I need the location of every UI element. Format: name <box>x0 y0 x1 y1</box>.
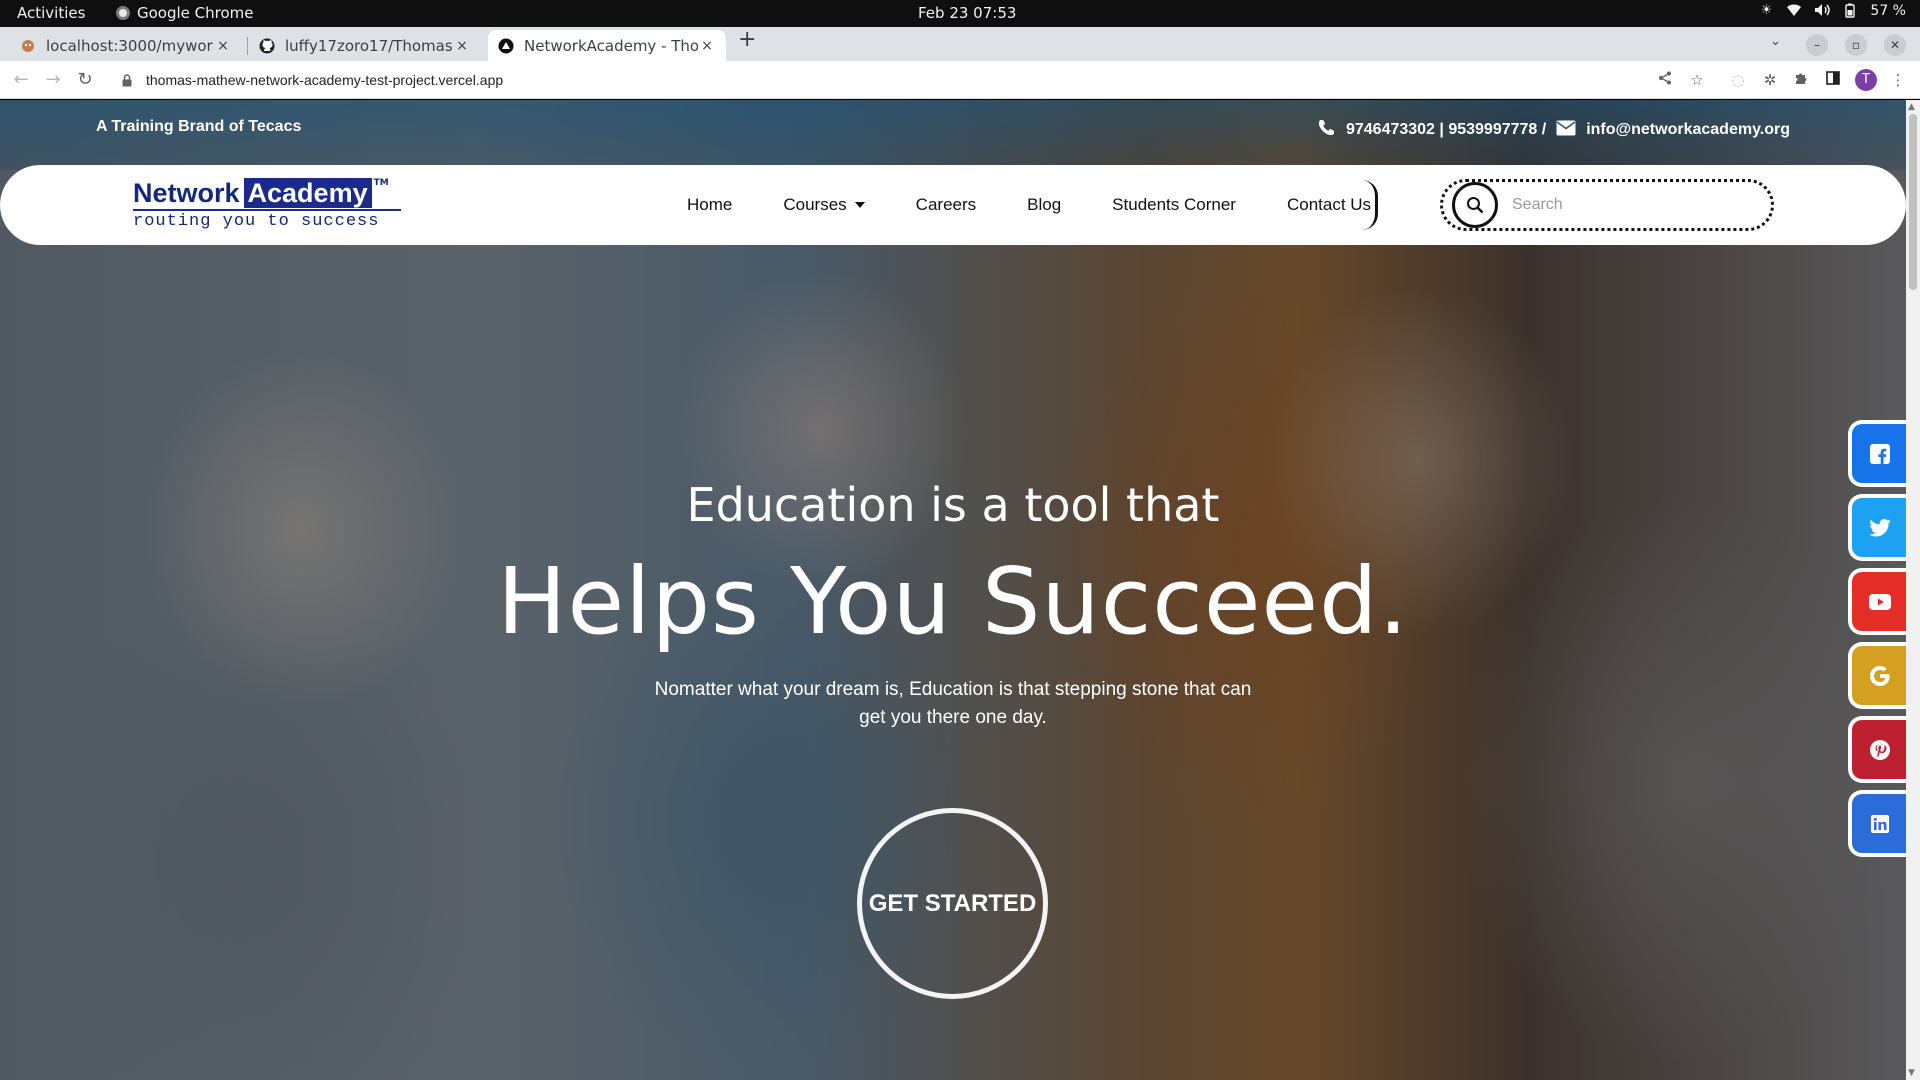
logo-word-academy: Academy <box>243 178 372 208</box>
nav-label: Home <box>687 195 733 214</box>
email-link[interactable]: info@networkacademy.org <box>1586 121 1790 139</box>
site-logo[interactable]: Network Academy TM routing you to succes… <box>133 178 418 236</box>
page-scrollbar[interactable]: ▲ ▼ <box>1906 100 1920 1080</box>
nav-label: Careers <box>915 195 977 214</box>
nav-blog[interactable]: Blog <box>1027 195 1061 215</box>
extension-loader-icon[interactable]: ◌ <box>1728 70 1748 90</box>
tab-close-button[interactable]: × <box>214 38 232 54</box>
app-menu[interactable]: Google Chrome <box>116 4 254 22</box>
scroll-down-arrow-icon[interactable]: ▼ <box>1908 1068 1915 1078</box>
tab-search-chevron-icon[interactable]: ⌄ <box>1770 34 1781 49</box>
twitter-button[interactable] <box>1848 494 1906 561</box>
search-input[interactable] <box>1512 191 1742 219</box>
twitter-icon <box>1869 518 1891 536</box>
nav-label: Blog <box>1027 195 1062 214</box>
forward-button[interactable]: → <box>40 67 66 93</box>
logo-trademark: TM <box>373 178 389 188</box>
bookmark-star-icon[interactable]: ☆ <box>1687 70 1707 90</box>
nav-courses[interactable]: Courses <box>783 195 865 215</box>
url-text: thomas-mathew-network-academy-test-proje… <box>146 72 504 88</box>
os-top-bar: Activities Google Chrome Feb 23 07:53 ☀ … <box>0 0 1920 27</box>
pinterest-icon <box>1870 739 1890 760</box>
google-button[interactable] <box>1848 642 1906 709</box>
tab-title: localhost:3000/myworks <box>46 36 214 55</box>
phone-icon <box>1317 118 1336 142</box>
caret-down-icon <box>854 202 865 208</box>
main-navbar: Network Academy TM routing you to succes… <box>0 165 1906 245</box>
tab-networkacademy[interactable]: NetworkAcademy - Thom × <box>488 30 726 61</box>
get-started-button[interactable]: GET STARTED <box>857 808 1048 999</box>
vercel-favicon-icon <box>498 38 514 54</box>
share-icon[interactable] <box>1655 70 1675 90</box>
youtube-button[interactable] <box>1848 568 1906 635</box>
localhost-favicon-icon <box>20 38 36 54</box>
activities-button[interactable]: Activities <box>17 4 85 22</box>
hero-paragraph: Nomatter what your dream is, Education i… <box>654 679 1252 728</box>
nav-students-corner[interactable]: Students Corner <box>1112 195 1236 215</box>
logo-word-network: Network <box>133 178 240 208</box>
hero-heading: Helps You Succeed. <box>497 548 1409 655</box>
tab-localhost[interactable]: localhost:3000/myworks × <box>10 30 242 61</box>
nav-label: Contact Us <box>1286 195 1372 214</box>
google-icon <box>1870 665 1890 686</box>
close-window-button[interactable]: ✕ <box>1884 34 1906 56</box>
nav-label: Courses <box>783 195 847 214</box>
nav-divider <box>1362 180 1378 230</box>
scroll-up-arrow-icon[interactable]: ▲ <box>1908 102 1915 112</box>
new-tab-button[interactable]: + <box>738 27 756 52</box>
nav-home[interactable]: Home <box>687 195 732 215</box>
app-name: Google Chrome <box>137 4 254 22</box>
clock[interactable]: Feb 23 07:53 <box>918 4 1016 22</box>
battery-icon <box>1842 3 1858 19</box>
contact-info: 9746473302 | 9539997778 / info@networkac… <box>1317 118 1790 142</box>
minimize-button[interactable]: – <box>1806 34 1828 56</box>
logo-tagline: routing you to success <box>133 209 401 231</box>
nav-contact-us[interactable]: Contact Us <box>1287 195 1371 215</box>
lock-icon[interactable] <box>120 73 134 87</box>
search-icon <box>1467 197 1484 214</box>
side-panel-icon[interactable] <box>1823 70 1843 90</box>
linkedin-button[interactable] <box>1848 790 1906 857</box>
linkedin-icon <box>1871 814 1889 833</box>
nav-careers[interactable]: Careers <box>916 195 976 215</box>
system-tray[interactable]: ☀ 57 % <box>1758 3 1906 19</box>
brand-line: A Training Brand of Tecacs <box>96 118 302 135</box>
mail-icon <box>1556 120 1576 141</box>
hero-subheading: Education is a tool that <box>686 478 1220 532</box>
search-button[interactable] <box>1452 182 1498 228</box>
wifi-icon <box>1786 3 1802 19</box>
extensions-puzzle-icon[interactable] <box>1791 70 1811 90</box>
brightness-icon: ☀ <box>1760 3 1773 18</box>
youtube-icon <box>1869 593 1891 610</box>
reload-button[interactable]: ↻ <box>72 67 98 93</box>
tab-github[interactable]: luffy17zoro17/Thomas-M × <box>249 30 481 61</box>
github-icon <box>259 38 275 54</box>
tab-title: NetworkAcademy - Thom <box>524 36 698 55</box>
tab-close-button[interactable]: × <box>453 38 471 54</box>
back-button[interactable]: ← <box>8 67 34 93</box>
chrome-menu-icon[interactable]: ⋮ <box>1888 70 1908 90</box>
tab-separator <box>247 37 248 55</box>
facebook-button[interactable] <box>1848 420 1906 487</box>
extension-bug-icon[interactable]: ✲ <box>1760 70 1780 90</box>
browser-toolbar: ← → ↻ thomas-mathew-network-academy-test… <box>0 61 1920 99</box>
profile-avatar[interactable]: T <box>1855 69 1877 91</box>
nav-menu: Home Courses Careers Blog Students Corne… <box>687 165 1371 245</box>
scrollbar-thumb[interactable] <box>1909 114 1917 290</box>
volume-icon <box>1814 3 1831 19</box>
chrome-icon <box>116 6 130 20</box>
phone-numbers[interactable]: 9746473302 | 9539997778 / <box>1346 121 1546 139</box>
tab-close-button[interactable]: × <box>698 38 716 54</box>
maximize-button[interactable]: ▫ <box>1845 34 1867 56</box>
facebook-icon <box>1870 443 1890 464</box>
webpage-viewport: A Training Brand of Tecacs 9746473302 | … <box>0 100 1906 1080</box>
address-bar[interactable]: thomas-mathew-network-academy-test-proje… <box>108 65 1648 95</box>
nav-label: Students Corner <box>1112 195 1236 214</box>
pinterest-button[interactable] <box>1848 716 1906 783</box>
tab-title: luffy17zoro17/Thomas-M <box>285 36 453 55</box>
tab-strip: localhost:3000/myworks × luffy17zoro17/T… <box>0 27 1920 61</box>
battery-percent: 57 % <box>1870 3 1906 19</box>
